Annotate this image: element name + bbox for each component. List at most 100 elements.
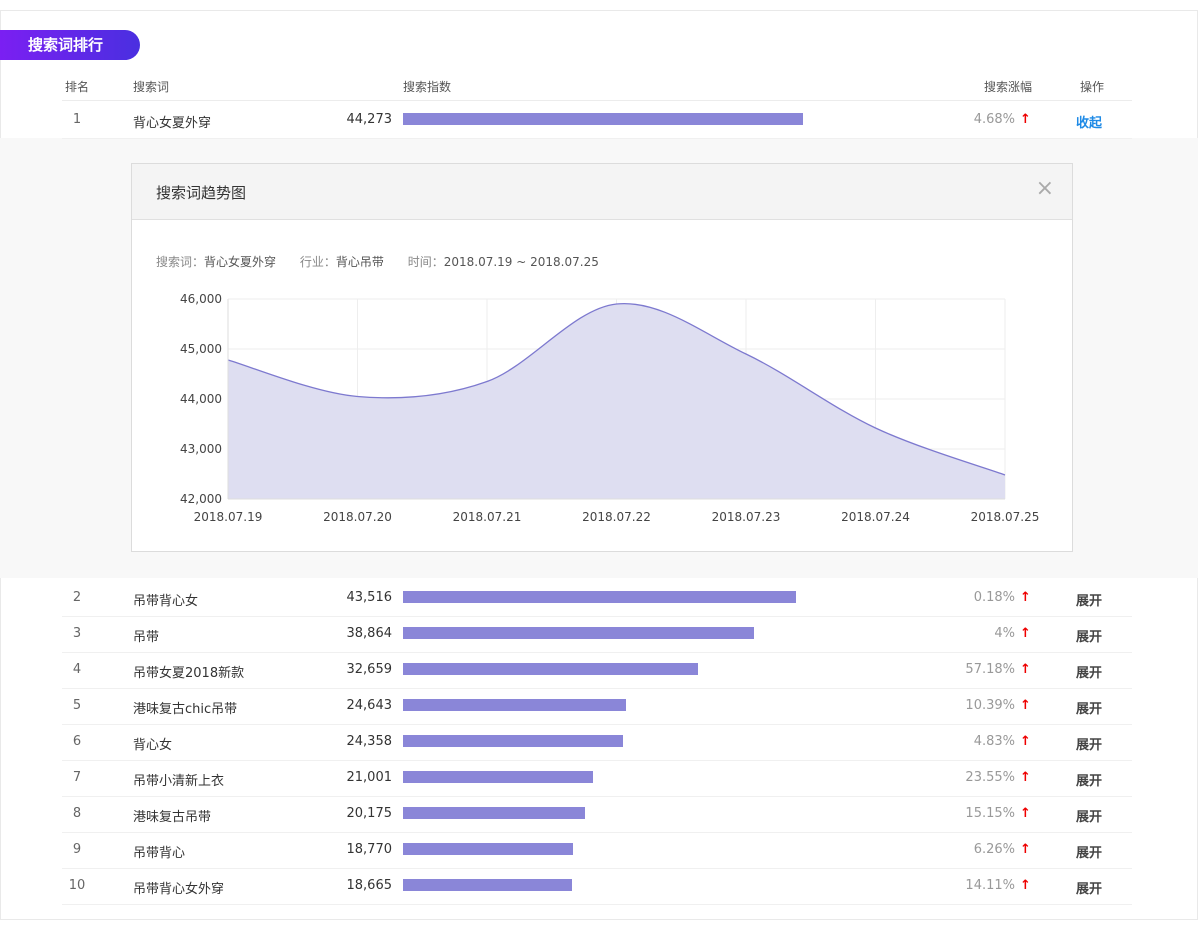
table-row: 9 吊带背心 18,770 6.26% ↑ 展开 [62,832,1132,869]
index-value: 20,175 [346,806,393,821]
growth-value: 15.15% [965,806,1015,821]
x-tick-label: 2018.07.25 [971,510,1040,524]
industry-value: 背心吊带 [335,255,384,269]
growth-value: 4% [994,626,1015,641]
expand-button[interactable]: 展开 [1076,842,1102,861]
index-bar [403,771,593,783]
keyword-cell: 吊带 [133,630,160,645]
y-tick-label: 43,000 [180,442,222,456]
index-value: 24,643 [346,698,393,713]
table-row: 4 吊带女夏2018新款 32,659 57.18% ↑ 展开 [62,652,1132,689]
index-bar [403,735,623,747]
x-tick-label: 2018.07.20 [323,510,392,524]
up-arrow-icon: ↑ [1020,734,1031,749]
up-arrow-icon: ↑ [1020,626,1031,641]
time-label: 时间： [407,255,444,269]
y-tick-label: 46,000 [180,292,222,306]
time-value: 2018.07.19 ~ 2018.07.25 [443,255,599,269]
rank-cell: 6 [72,734,82,749]
x-tick-label: 2018.07.24 [841,510,910,524]
expand-button[interactable]: 展开 [1076,734,1102,753]
x-tick-label: 2018.07.19 [194,510,263,524]
expand-button[interactable]: 展开 [1076,806,1102,825]
index-value: 24,358 [346,734,393,749]
table-row: 3 吊带 38,864 4% ↑ 展开 [62,616,1132,653]
keyword-cell: 吊带背心 [133,846,186,861]
expand-button[interactable]: 展开 [1076,662,1102,681]
rank-cell: 9 [72,842,82,857]
index-value: 38,864 [346,626,393,641]
index-value: 32,659 [346,662,393,677]
close-icon[interactable]: × [1036,178,1054,200]
index-value: 18,665 [346,878,393,893]
growth-value: 0.18% [973,590,1015,605]
expand-button[interactable]: 展开 [1076,626,1102,645]
growth-value: 10.39% [965,698,1015,713]
expand-button[interactable]: 展开 [1076,590,1102,609]
section-title: 搜索词排行 [0,30,140,60]
index-bar [403,591,796,603]
index-bar [403,699,626,711]
series-area [228,303,1005,499]
y-tick-label: 42,000 [180,492,222,506]
growth-value: 6.26% [973,842,1015,857]
index-value: 18,770 [346,842,393,857]
index-bar [403,807,585,819]
rank-cell: 8 [72,806,82,821]
growth-value: 4.68% [973,112,1015,127]
header-action: 操作 [1080,80,1105,94]
keyword-cell: 港味复古吊带 [133,810,212,825]
rank-cell: 7 [72,770,82,785]
table-header: 排名 搜索词 搜索指数 搜索涨幅 操作 [62,72,1132,101]
up-arrow-icon: ↑ [1020,842,1031,857]
rank-cell: 3 [72,626,82,641]
keyword-cell: 背心女夏外穿 [133,116,212,131]
table-row: 5 港味复古chic吊带 24,643 10.39% ↑ 展开 [62,688,1132,725]
y-tick-label: 45,000 [180,342,222,356]
table-row: 7 吊带小清新上衣 21,001 23.55% ↑ 展开 [62,760,1132,797]
index-bar [403,843,573,855]
trend-panel: 搜索词趋势图 × 搜索词：背心女夏外穿 行业：背心吊带 时间：2018.07.1… [131,163,1073,552]
up-arrow-icon: ↑ [1020,112,1031,127]
up-arrow-icon: ↑ [1020,770,1031,785]
table-row: 1 背心女夏外穿 44,273 4.68% ↑ 收起 [62,102,1132,139]
keyword-cell: 吊带背心女 [133,594,199,609]
rank-cell: 1 [72,112,82,127]
table-row: 8 港味复古吊带 20,175 15.15% ↑ 展开 [62,796,1132,833]
up-arrow-icon: ↑ [1020,662,1031,677]
up-arrow-icon: ↑ [1020,698,1031,713]
index-bar [403,879,572,891]
rank-cell: 4 [72,662,82,677]
up-arrow-icon: ↑ [1020,590,1031,605]
table-row: 2 吊带背心女 43,516 0.18% ↑ 展开 [62,580,1132,617]
table-row: 10 吊带背心女外穿 18,665 14.11% ↑ 展开 [62,868,1132,905]
expand-button[interactable]: 展开 [1076,878,1102,897]
index-bar [403,663,698,675]
index-value: 21,001 [346,770,393,785]
growth-value: 14.11% [965,878,1015,893]
growth-value: 4.83% [973,734,1015,749]
rank-cell: 2 [72,590,82,605]
keyword-value: 背心女夏外穿 [204,255,277,269]
header-growth: 搜索涨幅 [984,80,1033,94]
trend-panel-header: 搜索词趋势图 × [132,164,1072,220]
header-keyword: 搜索词 [133,80,170,94]
keyword-label: 搜索词： [156,255,205,269]
rank-cell: 10 [68,878,86,893]
growth-value: 23.55% [965,770,1015,785]
header-index: 搜索指数 [403,80,452,94]
y-tick-label: 44,000 [180,392,222,406]
trend-chart: 42,000 43,000 44,000 45,000 46,000 2018.07.19… [180,292,1040,524]
index-bar [403,113,803,125]
index-bar [403,627,754,639]
expand-button[interactable]: 展开 [1076,698,1102,717]
x-tick-label: 2018.07.21 [453,510,522,524]
keyword-cell: 吊带女夏2018新款 [133,666,245,681]
keyword-cell: 吊带背心女外穿 [133,882,225,897]
table-row: 6 背心女 24,358 4.83% ↑ 展开 [62,724,1132,761]
collapse-button[interactable]: 收起 [1076,112,1102,131]
growth-value: 57.18% [965,662,1015,677]
expand-button[interactable]: 展开 [1076,770,1102,789]
index-value: 44,273 [346,112,393,127]
trend-meta: 搜索词：背心女夏外穿 行业：背心吊带 时间：2018.07.19 ~ 2018.… [156,253,599,270]
